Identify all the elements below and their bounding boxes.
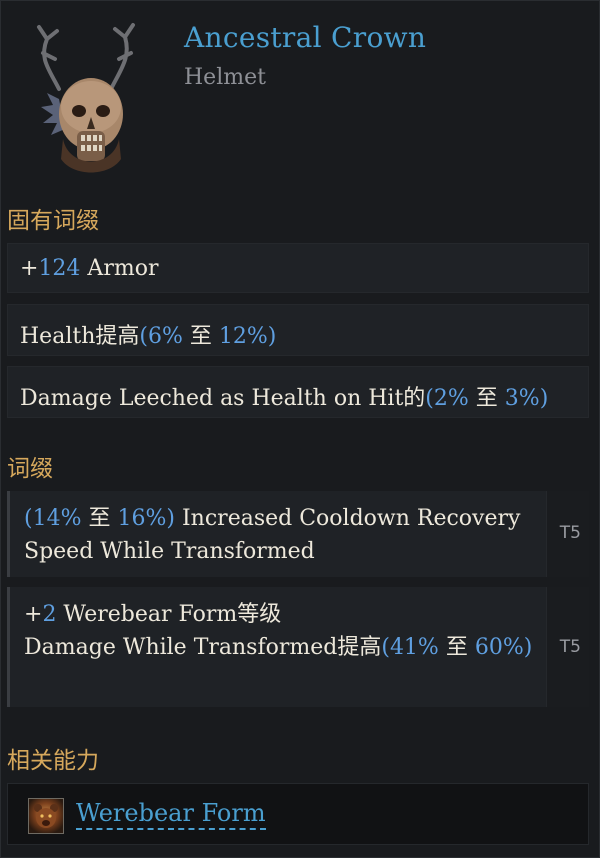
affix-row-werebear: +2 Werebear Form等级 Damage While Transfor… [7,587,589,707]
leech-sep: 至 [468,386,505,411]
leech-max: 3% [504,386,540,411]
werebear-line1: Werebear Form等级 [56,602,282,627]
affix-row-cooldown: (14% 至 16%) Increased Cooldown Recovery … [7,491,589,577]
implicit-section-title: 固有词缀 [7,208,99,234]
ability-section-title: 相关能力 [7,748,99,774]
implicit-row-leech: Damage Leeched as Health on Hit的(2% 至 3%… [7,366,589,418]
affix-section-title: 词缀 [7,456,53,482]
item-tooltip: Ancestral Crown Helmet 固有词缀 +124 Armor H… [0,0,600,858]
werebear-line2: Damage While Transformed提高 [24,635,382,660]
leech-label: Damage Leeched as Health on Hit的 [20,386,426,411]
related-ability-row: Werebear Form [7,783,589,845]
cooldown-min: 14% [32,506,82,531]
item-name: Ancestral Crown [184,21,427,54]
implicit-row-health: Health提高(6% 至 12%) [7,304,589,356]
armor-value: 124 [38,256,81,281]
cooldown-sep: 至 [81,506,118,531]
item-type: Helmet [184,65,266,90]
cooldown-max: 16% [117,506,167,531]
werebear-max: 60% [474,635,524,660]
werebear-rank: 2 [42,602,57,627]
health-min: 6% [147,324,183,349]
leech-min: 2% [433,386,469,411]
werebear-sep: 至 [438,635,475,660]
werebear-min: 41% [389,635,439,660]
antlered-skull-helmet-icon [37,23,135,173]
armor-prefix: + [20,256,39,281]
ability-link-werebear-form[interactable]: Werebear Form [76,798,266,830]
implicit-row-armor: +124 Armor [7,243,589,293]
health-label: Health提高 [20,324,140,349]
affix-tier: T5 [559,523,581,543]
werebear-icon [28,798,64,834]
health-sep: 至 [182,324,219,349]
armor-label: Armor [80,256,159,281]
health-max: 12% [218,324,268,349]
werebear-prefix: + [24,602,43,627]
affix-tier: T5 [559,637,581,657]
